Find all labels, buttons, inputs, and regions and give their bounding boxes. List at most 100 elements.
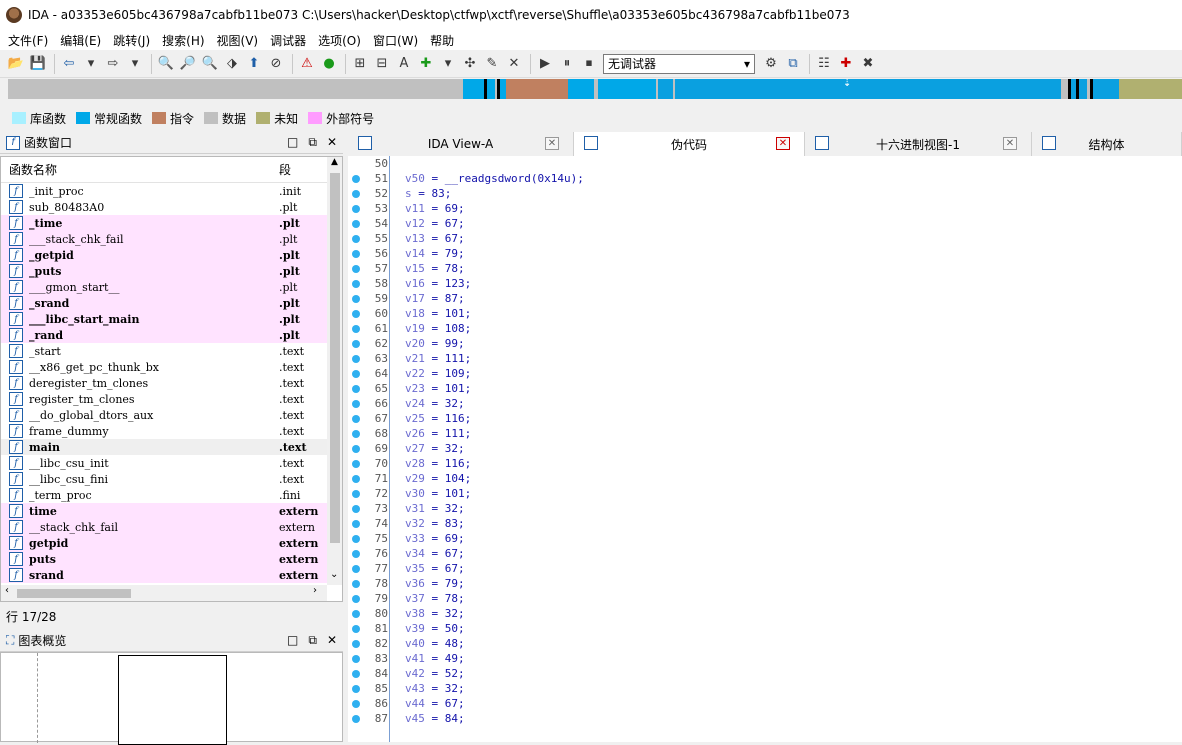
debugger-options-icon[interactable]: ⚙ — [761, 54, 781, 74]
breakpoint-dot-icon[interactable] — [352, 399, 360, 408]
breakpoint-dot-icon[interactable] — [352, 489, 360, 498]
variable-name[interactable]: v13 — [405, 232, 425, 245]
back-arrow-icon[interactable]: ⇦ — [59, 54, 79, 74]
attach-process-icon[interactable]: ⧉ — [783, 54, 803, 74]
breakpoint-dot-icon[interactable] — [352, 324, 360, 333]
column-header-name[interactable]: 函数名称 — [1, 161, 277, 178]
search-next-icon[interactable]: ⬗ — [222, 54, 242, 74]
save-icon[interactable]: 💾 — [28, 54, 48, 74]
code-line[interactable]: 65 v23 = 101; — [348, 381, 1182, 396]
code-line[interactable]: 78 v36 = 79; — [348, 576, 1182, 591]
horizontal-scrollbar[interactable]: ‹ › — [1, 585, 327, 601]
close-icon[interactable]: ✕ — [327, 135, 337, 150]
rename-icon[interactable]: ✎ — [482, 54, 502, 74]
back-dropdown-icon[interactable]: ▾ — [81, 54, 101, 74]
function-row[interactable]: f __libc_csu_init .text — [1, 455, 327, 471]
scroll-up-icon[interactable]: ▲ — [331, 157, 338, 167]
breakpoint-dot-icon[interactable] — [352, 699, 360, 708]
breakpoint-dot-icon[interactable] — [352, 264, 360, 273]
function-row[interactable]: f _start .text — [1, 343, 327, 359]
code-line[interactable]: 72 v30 = 101; — [348, 486, 1182, 501]
delete-breakpoint-icon[interactable]: ✖ — [858, 54, 878, 74]
function-row[interactable]: f ___gmon_start__ .plt — [1, 279, 327, 295]
warning-icon[interactable]: ⚠ — [297, 54, 317, 74]
make-data-icon[interactable]: ⊟ — [372, 54, 392, 74]
variable-name[interactable]: v24 — [405, 397, 425, 410]
code-line[interactable]: 58 v16 = 123; — [348, 276, 1182, 291]
code-line[interactable]: 62 v20 = 99; — [348, 336, 1182, 351]
run-green-icon[interactable]: ● — [319, 54, 339, 74]
float-icon[interactable]: ⧉ — [308, 135, 317, 150]
pseudocode-view[interactable]: 50 51 v50 = __readgsdword(0x14u); 52 s = 83;… — [348, 156, 1182, 742]
variable-name[interactable]: v44 — [405, 697, 425, 710]
function-row[interactable]: f ___libc_start_main .plt — [1, 311, 327, 327]
breakpoint-dot-icon[interactable] — [352, 654, 360, 663]
graph-overview[interactable] — [0, 652, 343, 745]
breakpoint-list-icon[interactable]: ☷ — [814, 54, 834, 74]
make-code-icon[interactable]: ⊞ — [350, 54, 370, 74]
code-line[interactable]: 68 v26 = 111; — [348, 426, 1182, 441]
breakpoint-dot-icon[interactable] — [352, 669, 360, 678]
breakpoint-dot-icon[interactable] — [352, 549, 360, 558]
variable-name[interactable]: v18 — [405, 307, 425, 320]
code-line[interactable]: 80 v38 = 32; — [348, 606, 1182, 621]
menu-item[interactable]: 文件(F) — [4, 32, 56, 49]
menu-item[interactable]: 选项(O) — [314, 32, 369, 49]
breakpoint-dot-icon[interactable] — [352, 369, 360, 378]
tab-0[interactable]: IDA View-A ✕ — [348, 132, 574, 156]
function-row[interactable]: f register_tm_clones .text — [1, 391, 327, 407]
variable-name[interactable]: v31 — [405, 502, 425, 515]
scrollbar-thumb[interactable] — [17, 589, 131, 598]
variable-name[interactable]: v29 — [405, 472, 425, 485]
breakpoint-dot-icon[interactable] — [352, 189, 360, 198]
variable-name[interactable]: v39 — [405, 622, 425, 635]
breakpoint-dot-icon[interactable] — [352, 234, 360, 243]
code-line[interactable]: 59 v17 = 87; — [348, 291, 1182, 306]
scrollbar-thumb[interactable] — [330, 173, 340, 543]
breakpoint-dot-icon[interactable] — [352, 534, 360, 543]
undefine-icon[interactable]: ✕ — [504, 54, 524, 74]
float-icon[interactable]: ⧉ — [308, 633, 317, 648]
code-line[interactable]: 85 v43 = 32; — [348, 681, 1182, 696]
scroll-down-icon[interactable]: ⌄ — [330, 569, 338, 580]
column-header-segment[interactable]: 段 — [277, 161, 291, 178]
variable-name[interactable]: v21 — [405, 352, 425, 365]
breakpoint-dot-icon[interactable] — [352, 594, 360, 603]
breakpoint-dot-icon[interactable] — [352, 219, 360, 228]
function-row[interactable]: f main .text — [1, 439, 327, 455]
breakpoint-dot-icon[interactable] — [352, 249, 360, 258]
tab-3[interactable]: 结构体 — [1032, 132, 1182, 156]
function-row[interactable]: f _rand .plt — [1, 327, 327, 343]
breakpoint-dot-icon[interactable] — [352, 609, 360, 618]
variable-name[interactable]: v28 — [405, 457, 425, 470]
variable-name[interactable]: v43 — [405, 682, 425, 695]
function-row[interactable]: f ___stack_chk_fail .plt — [1, 231, 327, 247]
forward-arrow-icon[interactable]: ⇨ — [103, 54, 123, 74]
function-row[interactable]: f _term_proc .fini — [1, 487, 327, 503]
code-line[interactable]: 63 v21 = 111; — [348, 351, 1182, 366]
tab-close-icon[interactable]: ✕ — [545, 137, 559, 150]
code-line[interactable]: 83 v41 = 49; — [348, 651, 1182, 666]
maximize-icon[interactable]: □ — [287, 633, 298, 648]
variable-name[interactable]: v12 — [405, 217, 425, 230]
menu-item[interactable]: 窗口(W) — [369, 32, 426, 49]
open-folder-icon[interactable]: 📂 — [6, 54, 26, 74]
add-dropdown-icon[interactable]: ▾ — [438, 54, 458, 74]
tab-close-icon[interactable]: ✕ — [1003, 137, 1017, 150]
function-row[interactable]: f deregister_tm_clones .text — [1, 375, 327, 391]
code-line[interactable]: 73 v31 = 32; — [348, 501, 1182, 516]
search-text-icon[interactable]: 🔍 — [156, 54, 176, 74]
variable-name[interactable]: v25 — [405, 412, 425, 425]
tab-close-icon[interactable]: ✕ — [776, 137, 790, 150]
navigation-band[interactable]: ⇣ — [8, 79, 1182, 99]
variable-name[interactable]: v33 — [405, 532, 425, 545]
breakpoint-dot-icon[interactable] — [352, 339, 360, 348]
variable-name[interactable]: v23 — [405, 382, 425, 395]
breakpoint-dot-icon[interactable] — [352, 504, 360, 513]
variable-name[interactable]: v34 — [405, 547, 425, 560]
code-line[interactable]: 53 v11 = 69; — [348, 201, 1182, 216]
search-immediate-icon[interactable]: 🔍 — [200, 54, 220, 74]
breakpoint-dot-icon[interactable] — [352, 639, 360, 648]
function-row[interactable]: f srand extern — [1, 567, 327, 583]
code-line[interactable]: 71 v29 = 104; — [348, 471, 1182, 486]
